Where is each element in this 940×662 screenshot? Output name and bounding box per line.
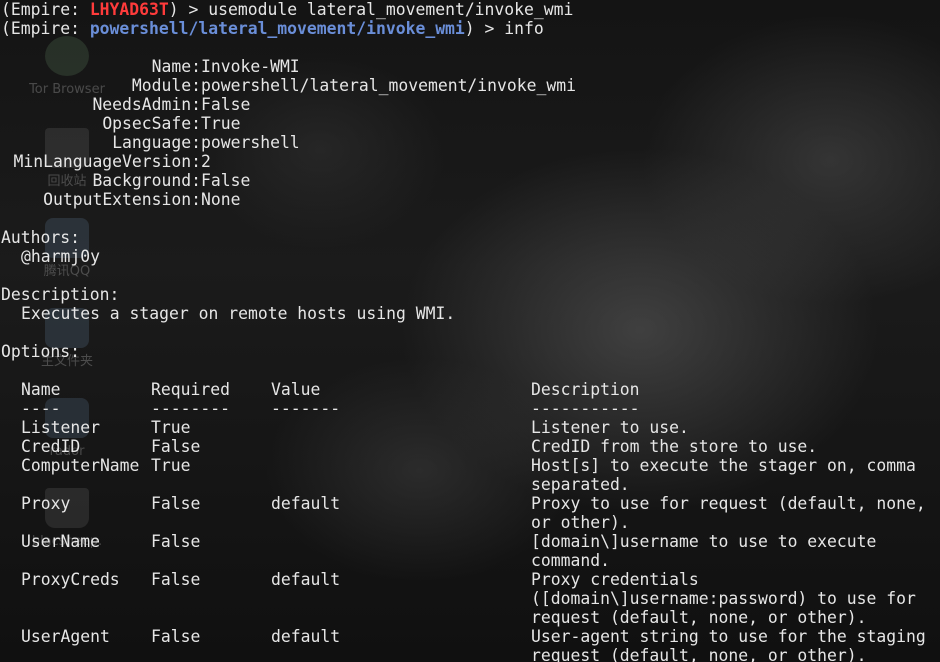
info-value: 2 bbox=[201, 152, 211, 171]
underline-required: -------- bbox=[151, 399, 230, 418]
info-row-needsadmin: NeedsAdmin: False bbox=[1, 95, 939, 114]
option-description: Proxy to use for request (default, none,… bbox=[531, 494, 926, 532]
info-row-language: Language: powershell bbox=[1, 133, 939, 152]
underline-name: ---- bbox=[21, 399, 61, 418]
info-row-background: Background: False bbox=[1, 171, 939, 190]
option-name: Listener bbox=[21, 418, 100, 437]
info-value: None bbox=[201, 190, 241, 209]
option-row-proxy: Proxy False default Proxy to use for req… bbox=[1, 494, 939, 532]
option-name: ComputerName bbox=[21, 456, 140, 475]
option-row-computername: ComputerName True Host[s] to execute the… bbox=[1, 456, 939, 494]
option-name: UserAgent bbox=[21, 627, 110, 646]
option-value bbox=[271, 437, 531, 456]
option-row-username: UserName False [domain\]username to use … bbox=[1, 532, 939, 570]
option-row-credid: CredID False CredID from the store to us… bbox=[1, 437, 939, 456]
info-row-opsecsafe: OpsecSafe: True bbox=[1, 114, 939, 133]
command-text: info bbox=[504, 19, 544, 38]
option-required: False bbox=[151, 494, 201, 513]
author-name: @harmj0y bbox=[21, 247, 100, 266]
option-value bbox=[271, 532, 531, 570]
option-row-useragent: UserAgent False default User-agent strin… bbox=[1, 627, 939, 662]
command-line-info: (Empire: powershell/lateral_movement/inv… bbox=[1, 19, 939, 38]
info-key: MinLanguageVersion: bbox=[13, 152, 202, 171]
underline-value: ------- bbox=[271, 399, 341, 418]
info-key: Module: bbox=[131, 76, 201, 95]
terminal-window[interactable]: Tor Browser 回收站 腾讯QQ 主文件夹 rador blacshee… bbox=[0, 0, 940, 662]
info-key: Name: bbox=[151, 57, 201, 76]
option-required: False bbox=[151, 437, 201, 456]
info-value: False bbox=[201, 171, 251, 190]
info-key: Background: bbox=[92, 171, 201, 190]
info-value: powershell bbox=[201, 133, 300, 152]
terminal-output[interactable]: (Empire: LHYAD63T) > usemodule lateral_m… bbox=[1, 0, 939, 662]
option-row-proxycreds: ProxyCreds False default Proxy credentia… bbox=[1, 570, 939, 627]
command-text: usemodule lateral_movement/invoke_wmi bbox=[208, 0, 574, 19]
option-value: default bbox=[271, 627, 341, 646]
info-key: OpsecSafe: bbox=[102, 114, 201, 133]
option-name: ProxyCreds bbox=[21, 570, 120, 589]
info-value: powershell/lateral_movement/invoke_wmi bbox=[201, 76, 576, 95]
option-description: User-agent string to use for the staging… bbox=[531, 627, 926, 662]
info-key: OutputExtension: bbox=[43, 190, 201, 209]
info-row-minlanguageversion: MinLanguageVersion: 2 bbox=[1, 152, 939, 171]
options-heading: Options: bbox=[1, 342, 80, 361]
option-description: Proxy credentials ([domain\]username:pas… bbox=[531, 570, 916, 627]
column-header-value: Value bbox=[271, 380, 321, 399]
option-name: CredID bbox=[21, 437, 81, 456]
options-table: Name Required Value Description ---- ---… bbox=[1, 380, 939, 662]
option-value bbox=[271, 456, 531, 494]
option-value: default bbox=[271, 494, 341, 513]
info-value: True bbox=[201, 114, 241, 133]
option-value bbox=[271, 418, 531, 437]
underline-description: ----------- bbox=[531, 399, 640, 418]
description-heading: Description: bbox=[1, 285, 120, 304]
info-value: False bbox=[201, 95, 251, 114]
description-text: Executes a stager on remote hosts using … bbox=[21, 304, 456, 323]
option-required: True bbox=[151, 456, 191, 475]
authors-heading: Authors: bbox=[1, 228, 80, 247]
option-description: Listener to use. bbox=[531, 418, 689, 437]
agent-host-name: LHYAD63T bbox=[89, 0, 169, 19]
info-key: Language: bbox=[112, 133, 201, 152]
option-name: UserName bbox=[21, 532, 100, 551]
option-required: False bbox=[151, 532, 201, 551]
option-name: Proxy bbox=[21, 494, 71, 513]
command-line-usemodule: (Empire: LHYAD63T) > usemodule lateral_m… bbox=[1, 0, 939, 19]
option-description: Host[s] to execute the stager on, comma … bbox=[531, 456, 916, 494]
option-description: CredID from the store to use. bbox=[531, 437, 818, 456]
info-row-outputextension: OutputExtension: None bbox=[1, 190, 939, 209]
option-required: False bbox=[151, 570, 201, 589]
prompt-prefix: (Empire: bbox=[1, 0, 90, 19]
column-header-description: Description bbox=[531, 380, 640, 399]
info-row-name: Name: Invoke-WMI bbox=[1, 57, 939, 76]
column-header-required: Required bbox=[151, 380, 230, 399]
module-path: powershell/lateral_movement/invoke_wmi bbox=[89, 19, 465, 38]
info-value: Invoke-WMI bbox=[201, 57, 300, 76]
option-row-listener: Listener True Listener to use. bbox=[1, 418, 939, 437]
column-header-name: Name bbox=[21, 380, 61, 399]
options-underline-row: ---- -------- ------- ----------- bbox=[1, 399, 939, 418]
info-key: NeedsAdmin: bbox=[92, 95, 201, 114]
option-required: False bbox=[151, 627, 201, 646]
option-required: True bbox=[151, 418, 191, 437]
prompt-suffix: ) > bbox=[168, 0, 209, 19]
option-value: default bbox=[271, 570, 341, 589]
options-header-row: Name Required Value Description bbox=[1, 380, 939, 399]
info-row-module: Module: powershell/lateral_movement/invok… bbox=[1, 76, 939, 95]
option-description: [domain\]username to use to execute comm… bbox=[531, 532, 877, 570]
prompt-prefix: (Empire: bbox=[1, 19, 90, 38]
prompt-suffix: ) > bbox=[464, 19, 505, 38]
